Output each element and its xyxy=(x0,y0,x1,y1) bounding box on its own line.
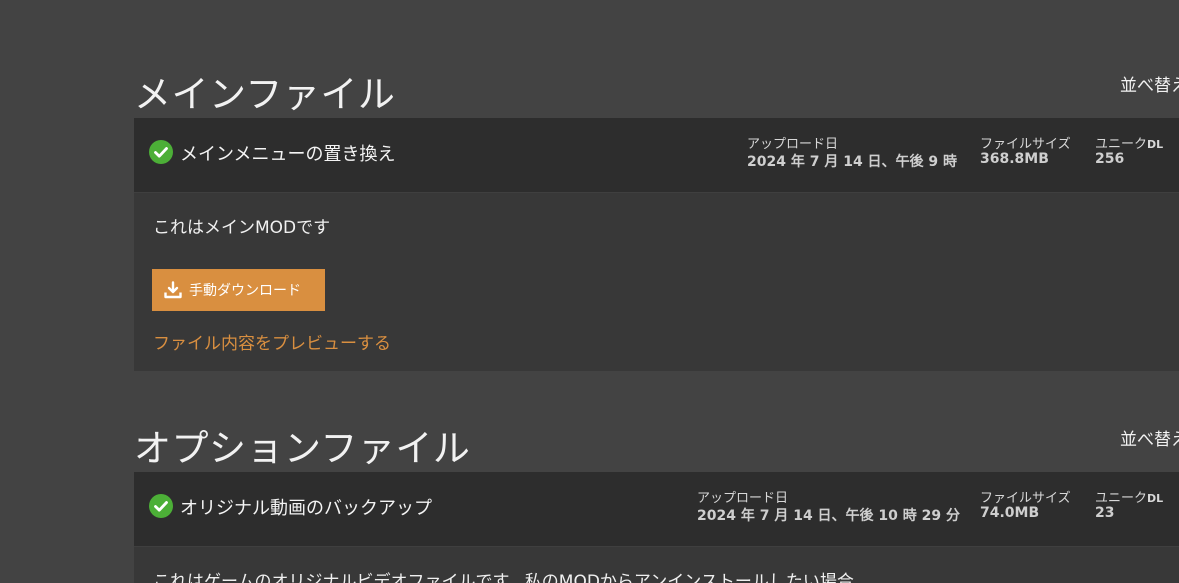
preview-contents-link[interactable]: ファイル内容をプレビューする xyxy=(153,329,391,354)
file-size-value: 368.8MB xyxy=(980,151,1049,167)
upload-date-value: 2024 年 7 月 14 日、午後 9 時 xyxy=(747,154,958,170)
upload-date-label: アップロード日 xyxy=(697,491,789,506)
optional-file-body: これはゲームのオリジナルビデオファイルです。私のMODからアンインストールしたい… xyxy=(134,547,1179,583)
sort-button-optional[interactable]: 並べ替え xyxy=(1120,425,1179,450)
optional-files-title: オプションファイル xyxy=(134,427,471,470)
unique-label-suffix: DL xyxy=(1147,138,1164,151)
main-file-header[interactable]: メインメニューの置き換え アップロード日 2024 年 7 月 14 日、午後 … xyxy=(134,118,1179,193)
file-description: これはメインMODです xyxy=(153,218,331,238)
main-files-title: メインファイル xyxy=(134,73,396,116)
unique-dl-value: 256 xyxy=(1095,151,1125,167)
unique-dl-value: 23 xyxy=(1095,505,1115,521)
check-circle-icon xyxy=(149,494,173,518)
download-icon xyxy=(164,281,182,299)
file-name[interactable]: オリジナル動画のバックアップ xyxy=(180,494,432,520)
unique-dl-label: ユニークDL xyxy=(1095,133,1163,152)
file-size-label: ファイルサイズ xyxy=(980,491,1071,506)
manual-download-button[interactable]: 手動ダウンロード xyxy=(152,269,325,311)
upload-date-value: 2024 年 7 月 14 日、午後 10 時 29 分 xyxy=(697,508,961,524)
file-size-value: 74.0MB xyxy=(980,505,1040,521)
sort-button[interactable]: 並べ替え xyxy=(1120,71,1179,96)
manual-download-label: 手動ダウンロード xyxy=(189,283,301,299)
unique-label-text: ユニーク xyxy=(1095,491,1148,506)
file-name[interactable]: メインメニューの置き換え xyxy=(180,140,395,166)
file-list-page: メインファイル 並べ替え メインメニューの置き換え アップロード日 2024 年… xyxy=(0,0,1179,583)
optional-file-header[interactable]: オリジナル動画のバックアップ アップロード日 2024 年 7 月 14 日、午… xyxy=(134,472,1179,547)
unique-label-suffix: DL xyxy=(1147,492,1164,505)
unique-label-text: ユニーク xyxy=(1095,137,1148,152)
upload-date-label: アップロード日 xyxy=(747,137,839,152)
unique-dl-label: ユニークDL xyxy=(1095,487,1163,506)
main-file-body: これはメインMODです 手動ダウンロード ファイル内容をプレビューする xyxy=(134,193,1179,371)
file-size-label: ファイルサイズ xyxy=(980,137,1071,152)
check-circle-icon xyxy=(149,140,173,164)
file-description: これはゲームのオリジナルビデオファイルです。私のMODからアンインストールしたい… xyxy=(153,572,854,583)
